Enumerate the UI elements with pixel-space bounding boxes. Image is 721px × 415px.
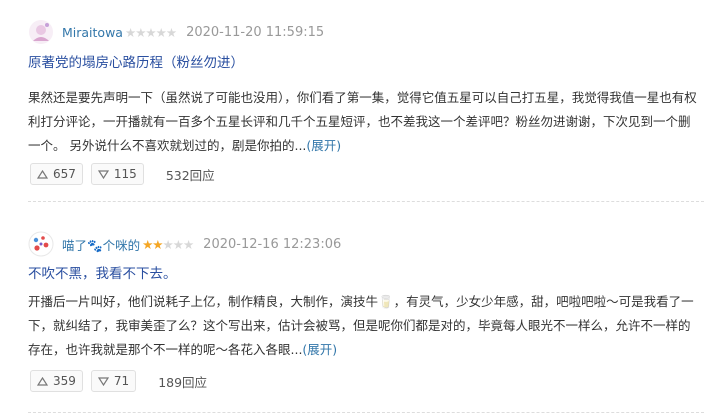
user-avatar[interactable] <box>28 231 54 257</box>
upvote-count: 359 <box>53 374 76 388</box>
username-link[interactable]: 喵了🐾个咪的 <box>62 235 140 254</box>
rating-stars: ★★★★★ <box>124 24 177 40</box>
review-body: 开播后一片叫好，他们说耗子上亿，制作精良，大制作，演技牛🥛，有灵气，少女少年感，… <box>28 290 700 362</box>
star-icon: ★ <box>152 236 163 252</box>
star-icon: ★ <box>135 24 146 40</box>
expand-link[interactable]: (展开) <box>306 138 341 153</box>
review-excerpt: 果然还是要先声明一下（虽然说了可能也没用），你们看了第一集，觉得它值五星可以自己… <box>28 90 697 153</box>
reply-count-link[interactable]: 532回应 <box>166 165 215 184</box>
upvote-button[interactable]: 359 <box>30 370 83 392</box>
review-time: 2020-12-16 12:23:06 <box>203 236 342 252</box>
downvote-count: 115 <box>113 167 137 181</box>
downvote-button[interactable]: 71 <box>90 370 137 392</box>
review-body: 果然还是要先声明一下（虽然说了可能也没用），你们看了第一集，觉得它值五星可以自己… <box>28 86 700 158</box>
user-avatar[interactable] <box>28 19 54 45</box>
triangle-up-icon <box>37 169 48 179</box>
triangle-down-icon <box>97 376 109 386</box>
triangle-down-icon <box>97 169 109 179</box>
star-icon: ★ <box>142 236 153 252</box>
downvote-button[interactable]: 115 <box>90 163 144 185</box>
reply-count-link[interactable]: 189回应 <box>158 372 207 391</box>
star-icon: ★ <box>155 24 167 40</box>
review-meta: Miraitowa ★★★★★ 2020-11-20 11:59:15 <box>28 14 324 50</box>
review-time: 2020-11-20 11:59:15 <box>186 24 325 40</box>
upvote-button[interactable]: 657 <box>30 163 83 185</box>
star-icon: ★ <box>145 24 156 40</box>
review-actions: 359 71 189回应 <box>30 370 207 392</box>
rating-stars: ★★★★★ <box>142 236 194 252</box>
review-title[interactable]: 不吹不黑，我看不下去。 <box>28 262 177 282</box>
expand-link[interactable]: (展开) <box>302 342 337 357</box>
triangle-up-icon <box>37 376 48 386</box>
divider <box>28 412 704 413</box>
review-title[interactable]: 原著党的塌房心路历程（粉丝勿进） <box>28 51 244 71</box>
star-icon: ★ <box>165 24 177 40</box>
review-excerpt: 开播后一片叫好，他们说耗子上亿，制作精良，大制作，演技牛🥛，有灵气，少女少年感，… <box>28 294 694 357</box>
star-icon: ★ <box>162 236 174 252</box>
star-icon: ★ <box>182 236 194 252</box>
divider <box>28 201 704 202</box>
review-meta: 喵了🐾个咪的 ★★★★★ 2020-12-16 12:23:06 <box>28 226 341 262</box>
review-actions: 657 115 532回应 <box>30 163 215 185</box>
upvote-count: 657 <box>53 167 76 181</box>
downvote-count: 71 <box>113 374 130 388</box>
username-link[interactable]: Miraitowa <box>62 25 123 40</box>
star-icon: ★ <box>124 24 136 40</box>
star-icon: ★ <box>172 236 184 252</box>
